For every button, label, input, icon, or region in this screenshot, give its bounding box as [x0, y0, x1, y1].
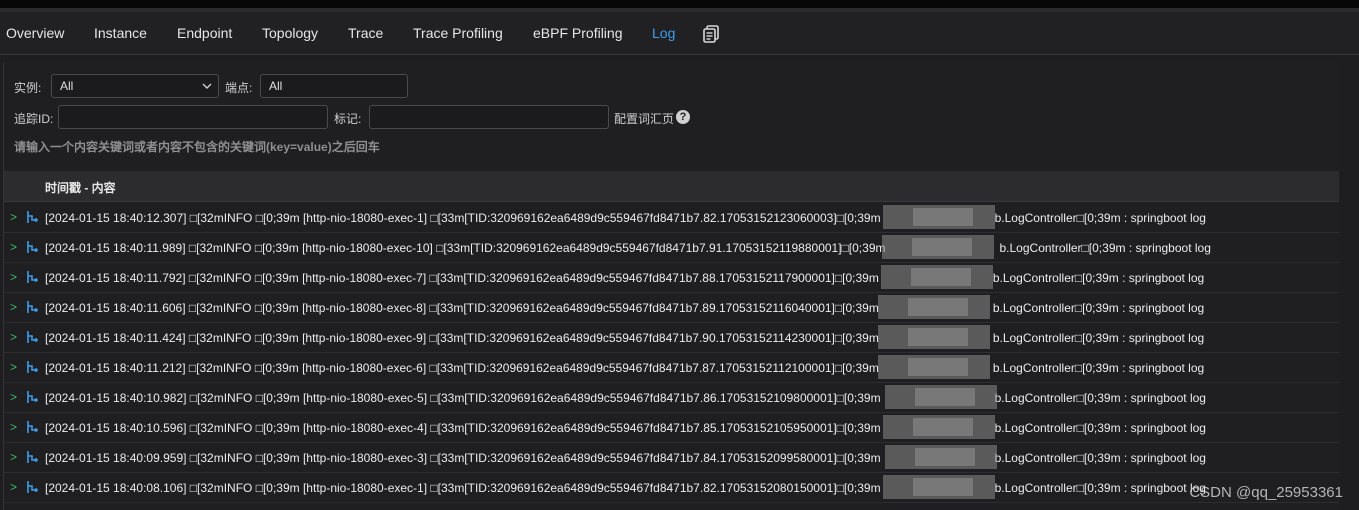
log-table-header: 时间戳 - 内容	[4, 171, 1339, 201]
tab-overview[interactable]: Overview	[6, 25, 64, 41]
log-content-right: b.LogController□[0;39m : springboot log	[994, 211, 1206, 225]
trace-link-icon[interactable]	[25, 270, 39, 284]
trace-id-label: 追踪ID:	[14, 112, 54, 126]
endpoint-select-value: All	[269, 79, 283, 93]
instance-label: 实例:	[14, 81, 42, 95]
tag-label: 标记:	[334, 112, 362, 126]
log-content-left: [2024-01-15 18:40:11.424] □[32mINFO □[0;…	[45, 331, 879, 345]
log-content-right: b.LogController□[0;39m : springboot log	[992, 301, 1205, 315]
log-row[interactable]: > [2024-01-15 18:40:08.106] □[32mINFO □[0…	[4, 472, 1339, 503]
log-content: [2024-01-15 18:40:11.212] □[32mINFO □[0;…	[45, 361, 1204, 375]
trace-link-icon[interactable]	[25, 480, 39, 494]
log-content-left: [2024-01-15 18:40:12.307] □[32mINFO □[0;…	[45, 211, 881, 225]
expand-row-icon[interactable]: >	[10, 450, 17, 464]
redaction-mask	[915, 388, 975, 406]
log-content-left: [2024-01-15 18:40:09.959] □[32mINFO □[0;…	[45, 451, 881, 465]
log-row[interactable]: > [2024-01-15 18:40:11.606] □[32mINFO □[0…	[4, 292, 1339, 323]
tab-log[interactable]: Log	[652, 25, 675, 41]
config-vocabulary-link[interactable]: 配置词汇页	[614, 110, 674, 127]
log-content: [2024-01-15 18:40:11.989] □[32mINFO □[0;…	[45, 241, 1211, 255]
log-content: [2024-01-15 18:40:11.606] □[32mINFO □[0;…	[45, 301, 1204, 315]
log-content-left: [2024-01-15 18:40:11.212] □[32mINFO □[0;…	[45, 361, 879, 375]
log-content: [2024-01-15 18:40:09.959] □[32mINFO □[0;…	[45, 451, 1206, 465]
log-content-left: [2024-01-15 18:40:10.596] □[32mINFO □[0;…	[45, 421, 881, 435]
expand-row-icon[interactable]: >	[10, 360, 17, 374]
expand-row-icon[interactable]: >	[10, 240, 17, 254]
log-content: [2024-01-15 18:40:12.307] □[32mINFO □[0;…	[45, 211, 1206, 225]
instance-select-value: All	[60, 79, 74, 93]
log-row[interactable]: > [2024-01-15 18:40:10.982] □[32mINFO □[0…	[4, 382, 1339, 413]
trace-id-input[interactable]	[58, 105, 328, 129]
log-content: [2024-01-15 18:40:11.424] □[32mINFO □[0;…	[45, 331, 1204, 345]
column-timestamp-content: 时间戳 - 内容	[45, 181, 116, 195]
expand-row-icon[interactable]: >	[10, 390, 17, 404]
expand-row-icon[interactable]: >	[10, 480, 17, 494]
tag-input[interactable]	[369, 105, 609, 129]
log-row[interactable]: > [2024-01-15 18:40:11.212] □[32mINFO □[0…	[4, 352, 1339, 383]
tab-instance[interactable]: Instance	[94, 25, 147, 41]
expand-row-icon[interactable]: >	[10, 330, 17, 344]
log-row[interactable]: > [2024-01-15 18:40:11.424] □[32mINFO □[0…	[4, 322, 1339, 353]
chevron-down-icon	[202, 83, 212, 89]
log-content-right: b.LogController□[0;39m : springboot log	[992, 331, 1205, 345]
trace-link-icon[interactable]	[25, 390, 39, 404]
log-list: > [2024-01-15 18:40:12.307] □[32mINFO □[0…	[4, 202, 1339, 510]
watermark: CSDN @qq_25953361	[1189, 484, 1343, 501]
redaction-mask	[908, 298, 968, 316]
trace-link-icon[interactable]	[25, 240, 39, 254]
redaction-mask	[913, 418, 973, 436]
dashboard-tabs: Overview Instance Endpoint Topology Trac…	[0, 12, 1359, 55]
tab-ebpf-profiling[interactable]: eBPF Profiling	[533, 25, 622, 41]
search-hint: 请输入一个内容关键词或者内容不包含的关键词(key=value)之后回车	[14, 140, 380, 154]
log-content: [2024-01-15 18:40:10.982] □[32mINFO □[0;…	[45, 391, 1206, 405]
redaction-mask	[911, 268, 971, 286]
redaction-mask	[913, 478, 973, 496]
log-content-right: b.LogController□[0;39m : springboot log	[992, 361, 1205, 375]
log-content-left: [2024-01-15 18:40:11.989] □[32mINFO □[0;…	[45, 241, 886, 255]
instance-select[interactable]: All	[51, 74, 219, 98]
log-row[interactable]: > [2024-01-15 18:40:10.596] □[32mINFO □[0…	[4, 412, 1339, 443]
trace-link-icon[interactable]	[25, 210, 39, 224]
log-content: [2024-01-15 18:40:11.792] □[32mINFO □[0;…	[45, 271, 1204, 285]
expand-row-icon[interactable]: >	[10, 270, 17, 284]
expand-row-icon[interactable]: >	[10, 300, 17, 314]
redaction-mask	[908, 358, 968, 376]
trace-link-icon[interactable]	[25, 420, 39, 434]
log-content-left: [2024-01-15 18:40:11.792] □[32mINFO □[0;…	[45, 271, 879, 285]
tab-trace-profiling[interactable]: Trace Profiling	[413, 25, 503, 41]
redaction-mask	[912, 238, 972, 256]
log-content-right: b.LogController□[0;39m : springboot log	[994, 421, 1206, 435]
log-content-right: b.LogController□[0;39m : springboot log	[994, 481, 1206, 495]
log-row[interactable]: > [2024-01-15 18:40:11.989] □[32mINFO □[0…	[4, 232, 1339, 263]
tab-topology[interactable]: Topology	[262, 25, 318, 41]
log-content-right: b.LogController□[0;39m : springboot log	[999, 241, 1211, 255]
tab-endpoint[interactable]: Endpoint	[177, 25, 232, 41]
log-row[interactable]: > [2024-01-15 18:40:09.959] □[32mINFO □[0…	[4, 442, 1339, 473]
expand-row-icon[interactable]: >	[10, 210, 17, 224]
window-top-bar	[0, 0, 1359, 8]
trace-link-icon[interactable]	[25, 300, 39, 314]
trace-link-icon[interactable]	[25, 450, 39, 464]
log-content: [2024-01-15 18:40:08.106] □[32mINFO □[0;…	[45, 481, 1206, 495]
copy-dashboard-icon[interactable]	[703, 25, 719, 43]
log-row[interactable]: > [2024-01-15 18:40:11.792] □[32mINFO □[0…	[4, 262, 1339, 293]
log-content: [2024-01-15 18:40:10.596] □[32mINFO □[0;…	[45, 421, 1206, 435]
log-content-right: b.LogController□[0;39m : springboot log	[994, 451, 1206, 465]
endpoint-label: 端点:	[225, 81, 253, 95]
trace-link-icon[interactable]	[25, 360, 39, 374]
log-content-left: [2024-01-15 18:40:10.982] □[32mINFO □[0;…	[45, 391, 881, 405]
help-icon[interactable]: ?	[676, 110, 690, 124]
log-row[interactable]: > [2024-01-15 18:40:12.307] □[32mINFO □[0…	[4, 202, 1339, 233]
tab-trace[interactable]: Trace	[348, 25, 383, 41]
log-content-left: [2024-01-15 18:40:11.606] □[32mINFO □[0;…	[45, 301, 879, 315]
expand-row-icon[interactable]: >	[10, 420, 17, 434]
endpoint-select[interactable]: All	[260, 74, 408, 98]
trace-link-icon[interactable]	[25, 330, 39, 344]
redaction-mask	[908, 328, 968, 346]
log-content-right: b.LogController□[0;39m : springboot log	[992, 271, 1205, 285]
log-content-left: [2024-01-15 18:40:08.106] □[32mINFO □[0;…	[45, 481, 881, 495]
log-content-right: b.LogController□[0;39m : springboot log	[994, 391, 1206, 405]
redaction-mask	[913, 208, 973, 226]
redaction-mask	[915, 448, 975, 466]
